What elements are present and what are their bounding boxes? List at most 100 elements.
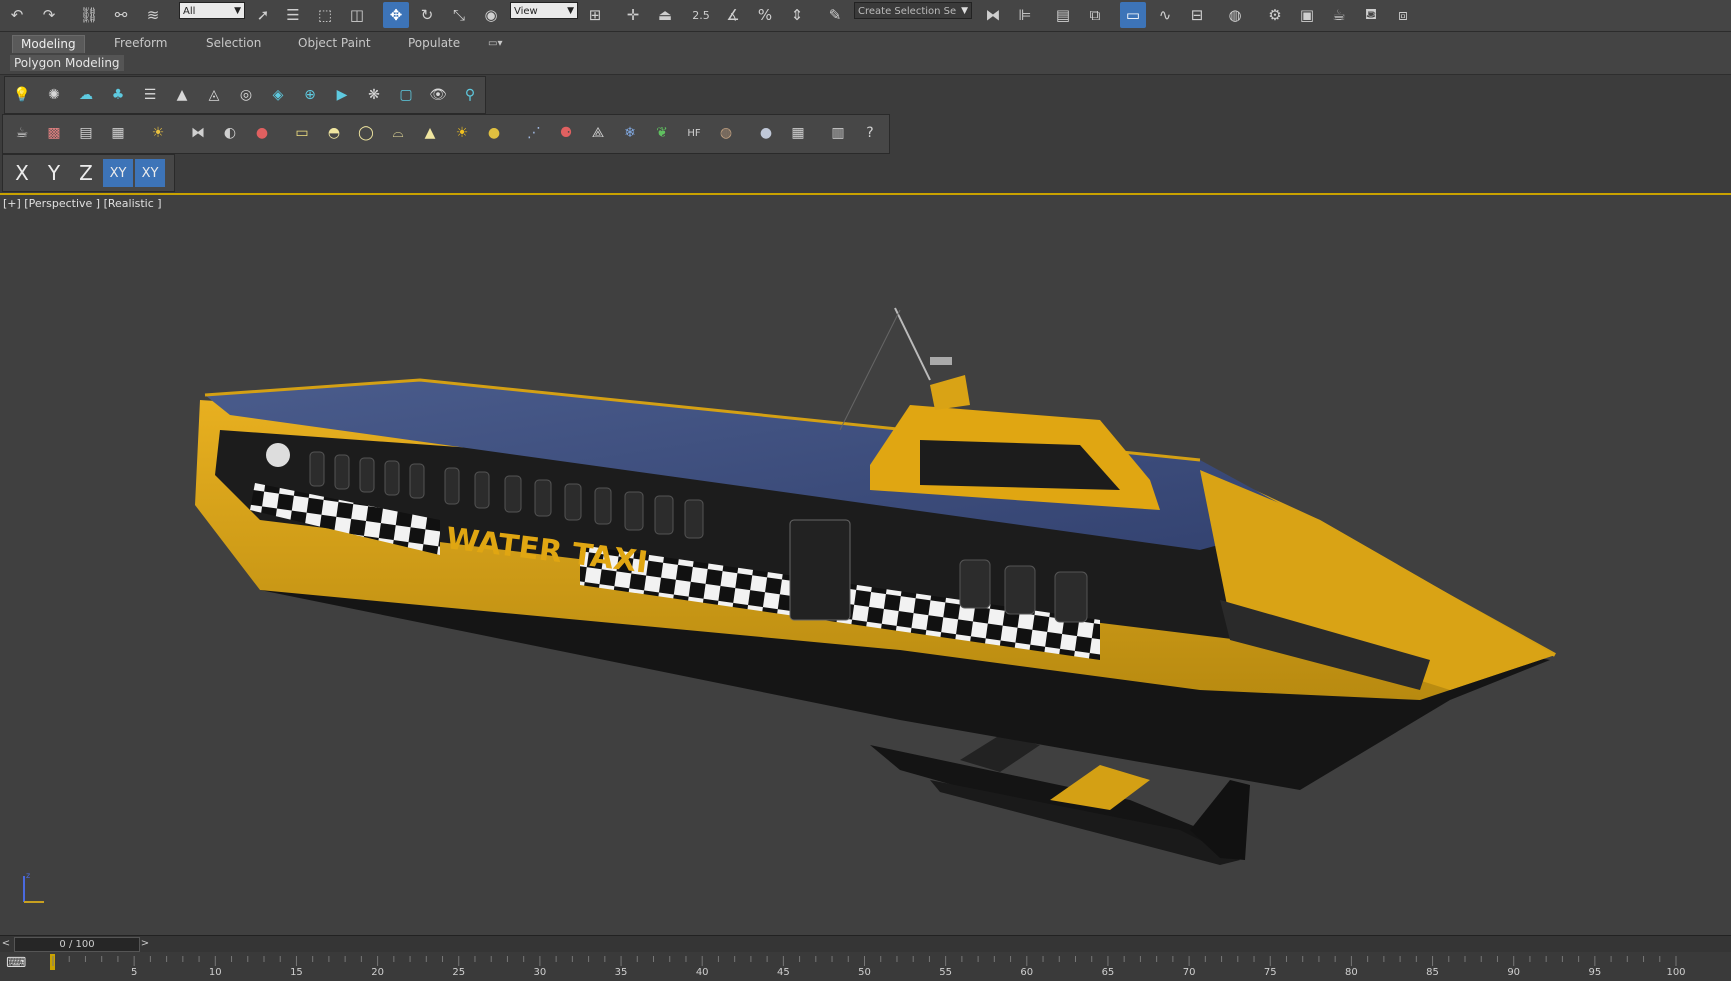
- plane-icon[interactable]: ▭: [291, 122, 313, 144]
- camera-icon[interactable]: ⧓: [187, 122, 209, 144]
- rendered-frame-window-icon[interactable]: ▣: [1294, 2, 1320, 28]
- named-selection-dropdown[interactable]: Create Selection Se ▼: [854, 2, 972, 19]
- grid-icon[interactable]: ▦: [107, 122, 129, 144]
- snaps-toggle-icon[interactable]: 2.5: [688, 2, 714, 28]
- flow-icon[interactable]: ⋰: [523, 122, 545, 144]
- tab-modeling[interactable]: Modeling: [12, 35, 85, 53]
- material-editor-icon[interactable]: ◍: [1222, 2, 1248, 28]
- manipulate-icon[interactable]: ✛: [620, 2, 646, 28]
- cone-icon[interactable]: ◬: [203, 84, 225, 106]
- tab-freeform[interactable]: Freeform: [106, 35, 175, 52]
- constrain-y-button[interactable]: Y: [39, 159, 69, 187]
- viewport-label[interactable]: [+] [Perspective ] [Realistic ]: [3, 197, 162, 210]
- ribbon-panel: Polygon Modeling: [0, 54, 1731, 75]
- report-icon[interactable]: ▥: [827, 122, 849, 144]
- foliage-icon[interactable]: ♣: [107, 84, 129, 106]
- constrain-xy-snap-button[interactable]: XY: [135, 159, 165, 187]
- mirror-icon[interactable]: ⧓: [980, 2, 1006, 28]
- scene-explorer-icon[interactable]: ▤: [1050, 2, 1076, 28]
- bulb-outline-icon[interactable]: ⚲: [459, 84, 481, 106]
- torus-icon[interactable]: ◎: [235, 84, 257, 106]
- ruler-tick-label: 15: [290, 967, 303, 978]
- time-slider-handle[interactable]: 0 / 100: [14, 937, 140, 952]
- align-icon[interactable]: ⊫: [1012, 2, 1038, 28]
- constrain-x-button[interactable]: X: [7, 159, 37, 187]
- select-and-rotate-icon[interactable]: ↻: [414, 2, 440, 28]
- record-icon[interactable]: ●: [251, 122, 273, 144]
- sheet-icon[interactable]: ▤: [75, 122, 97, 144]
- undo-icon[interactable]: ↶: [4, 2, 30, 28]
- edit-named-selection-icon[interactable]: ✎: [822, 2, 848, 28]
- ribbon-options-icon[interactable]: ▭▾: [480, 35, 510, 52]
- timeline-ruler[interactable]: ⌨ 5 10 15 20 25 30 35 40 45 50 55 60 65 70 75 80 85 90 95 1…: [0, 952, 1731, 981]
- sphere-material-icon[interactable]: ●: [755, 122, 777, 144]
- tab-populate[interactable]: Populate: [400, 35, 468, 52]
- water-taxi-model[interactable]: WATER TAXI: [0, 195, 1731, 935]
- render-setup-icon[interactable]: ⚙: [1262, 2, 1288, 28]
- hf-icon[interactable]: HF: [683, 122, 705, 144]
- selection-filter-dropdown[interactable]: All ▼: [179, 2, 245, 19]
- bowl-icon[interactable]: ⌓: [387, 122, 409, 144]
- bind-spacewarp-icon[interactable]: ≋: [140, 2, 166, 28]
- select-by-name-icon[interactable]: ☰: [280, 2, 306, 28]
- prev-frame-button[interactable]: <: [0, 936, 12, 951]
- select-and-move-icon[interactable]: ✥: [383, 2, 409, 28]
- scatter-icon[interactable]: ☁: [75, 84, 97, 106]
- list-icon[interactable]: ☰: [139, 84, 161, 106]
- tab-object-paint[interactable]: Object Paint: [290, 35, 379, 52]
- render-production-icon[interactable]: ☕: [1326, 2, 1352, 28]
- constrain-z-button[interactable]: Z: [71, 159, 101, 187]
- constrain-xy-button[interactable]: XY: [103, 159, 133, 187]
- ruler-tick-label: 80: [1345, 967, 1358, 978]
- sphere-icon[interactable]: ◯: [355, 122, 377, 144]
- grass-icon[interactable]: ❦: [651, 122, 673, 144]
- link-icon[interactable]: ⛓: [76, 2, 102, 28]
- rectangular-selection-icon[interactable]: ⬚: [312, 2, 338, 28]
- next-frame-button[interactable]: >: [139, 936, 151, 951]
- percent-snap-icon[interactable]: %: [752, 2, 778, 28]
- particle-flow-icon[interactable]: ⚈: [555, 122, 577, 144]
- image-icon[interactable]: ▩: [43, 122, 65, 144]
- target-icon[interactable]: ⊕: [299, 84, 321, 106]
- bend-icon[interactable]: ⟁: [587, 122, 609, 144]
- tree-icon[interactable]: ▲: [171, 84, 193, 106]
- schematic-view-icon[interactable]: ⊟: [1184, 2, 1210, 28]
- particles-icon[interactable]: ❋: [363, 84, 385, 106]
- angle-snap-icon[interactable]: ∡: [720, 2, 746, 28]
- render-iterative-icon[interactable]: ⛾: [1358, 2, 1384, 28]
- redo-icon[interactable]: ↷: [36, 2, 62, 28]
- reference-coord-dropdown[interactable]: View ▼: [510, 2, 578, 19]
- shell-icon[interactable]: ◍: [715, 122, 737, 144]
- spinner-snap-icon[interactable]: ⇕: [784, 2, 810, 28]
- pivot-center-icon[interactable]: ⊞: [582, 2, 608, 28]
- pyramid-icon[interactable]: ▲: [419, 122, 441, 144]
- sky-icon[interactable]: ●: [483, 122, 505, 144]
- table-icon[interactable]: ▦: [787, 122, 809, 144]
- help-icon[interactable]: ?: [859, 122, 881, 144]
- tab-selection[interactable]: Selection: [198, 35, 269, 52]
- frame-icon[interactable]: ▶: [331, 84, 353, 106]
- toggle-ribbon-icon[interactable]: ▭: [1120, 2, 1146, 28]
- teapot-icon[interactable]: ☕: [11, 122, 33, 144]
- select-and-scale-icon[interactable]: ⤡: [446, 2, 472, 28]
- snowflake-icon[interactable]: ❄: [619, 122, 641, 144]
- light-icon[interactable]: ☀: [147, 122, 169, 144]
- keyboard-shortcut-icon[interactable]: ⏏: [652, 2, 678, 28]
- light-bulb-icon[interactable]: 💡: [11, 84, 33, 106]
- sun-icon[interactable]: ✺: [43, 84, 65, 106]
- layer-explorer-icon[interactable]: ⧉: [1082, 2, 1108, 28]
- eye-icon[interactable]: 👁: [427, 84, 449, 106]
- select-object-icon[interactable]: ➚: [250, 2, 276, 28]
- unlink-icon[interactable]: ⚯: [108, 2, 134, 28]
- sun-light-icon[interactable]: ☀: [451, 122, 473, 144]
- camera-view-icon[interactable]: ◈: [267, 84, 289, 106]
- spiral-icon[interactable]: ◐: [219, 122, 241, 144]
- polygon-modeling-panel-label[interactable]: Polygon Modeling: [10, 55, 124, 71]
- hemisphere-icon[interactable]: ◓: [323, 122, 345, 144]
- window-crossing-icon[interactable]: ◫: [344, 2, 370, 28]
- perspective-viewport[interactable]: WATER TAXI [+] [Perspective] [Realistic…: [0, 195, 1731, 935]
- render-frame-icon[interactable]: ⧈: [1390, 2, 1416, 28]
- curve-editor-icon[interactable]: ∿: [1152, 2, 1178, 28]
- box-icon[interactable]: ▢: [395, 84, 417, 106]
- place-icon[interactable]: ◉: [478, 2, 504, 28]
